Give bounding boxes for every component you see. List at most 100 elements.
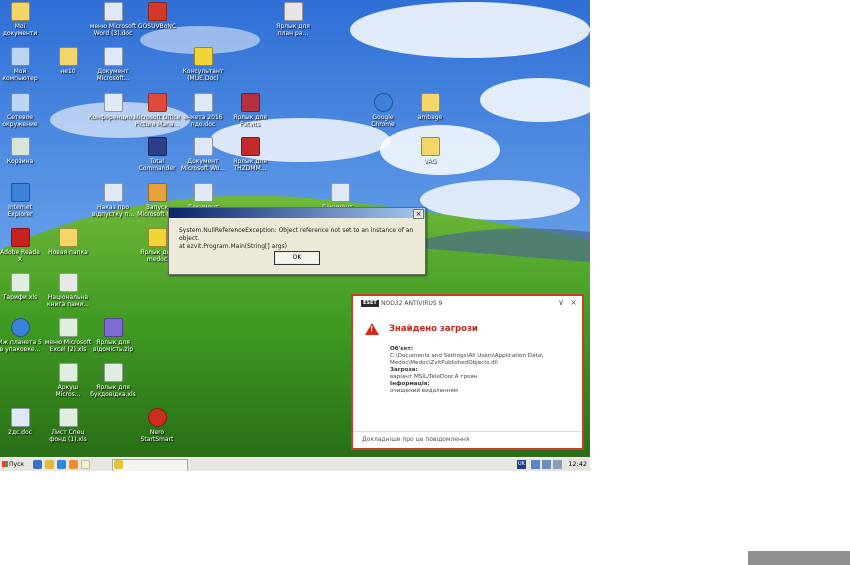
excel-icon xyxy=(10,273,30,292)
desktop-icon-label: Ярлык для план ра... xyxy=(276,23,310,37)
threat-label: Загроза: xyxy=(390,367,418,373)
desktop-screen: Мої документи меню Microsoft Word (3).doc… xyxy=(0,0,590,471)
word-doc-icon xyxy=(10,408,30,427)
computer-icon xyxy=(10,47,30,66)
desktop-icon[interactable]: Ярлык для план ра... xyxy=(260,2,326,37)
desktop-icon-label: Корзина xyxy=(6,158,34,165)
browser-icon[interactable] xyxy=(57,460,66,469)
medoc-icon xyxy=(147,228,167,247)
volume-tray-icon[interactable] xyxy=(542,460,551,469)
desktop-icon[interactable]: Документ Microsoft... xyxy=(80,47,146,82)
error-message: System.NullReferenceException: Object re… xyxy=(179,227,414,250)
picture-manager-icon xyxy=(147,93,167,112)
desktop-icon-label: Ярлык для бухдовідка.xls xyxy=(90,384,136,398)
desktop-icon-label: Сетевое окружение xyxy=(2,114,38,128)
word-doc-icon xyxy=(330,183,350,202)
nero-icon xyxy=(147,408,167,427)
desktop-icon[interactable]: VAG xyxy=(397,137,463,165)
shortcut-icon xyxy=(283,2,303,21)
desktop-icon-label: Консультант (MUE.Doc) xyxy=(182,68,224,82)
desktop-icon-label: Ярлык для відомість.zip xyxy=(92,339,134,353)
desktop-icon[interactable]: GOSUVBoNC xyxy=(124,2,190,30)
eset-product-name: NOD32 ANTIVIRUS 9 xyxy=(381,300,443,307)
ok-button[interactable]: OK xyxy=(274,251,320,265)
excel-icon xyxy=(58,363,78,382)
desktop-icon[interactable]: Консультант (MUE.Doc) xyxy=(170,47,236,82)
folder-icon xyxy=(420,93,440,112)
notes-icon[interactable] xyxy=(81,460,90,469)
folder-icon xyxy=(58,228,78,247)
recycle-bin-icon xyxy=(10,137,30,156)
taskbar-window-button[interactable] xyxy=(112,459,188,471)
total-commander-icon xyxy=(147,137,167,156)
eset-header: ESET NOD32 ANTIVIRUS 9 ∨ × xyxy=(353,296,582,310)
desktop-icon-label: Документ Microsoft... xyxy=(96,68,130,82)
desktop-icon[interactable]: Сетевое окружение xyxy=(0,93,53,128)
desktop-icon[interactable]: Новая папка xyxy=(35,228,101,256)
excel-icon xyxy=(58,318,78,337)
word-doc-icon xyxy=(193,183,213,202)
consultant-icon xyxy=(193,47,213,66)
tray-app-icon[interactable] xyxy=(553,460,562,469)
adobe-reader-icon xyxy=(10,228,30,247)
chevron-down-icon[interactable]: ∨ xyxy=(558,298,564,307)
grey-block xyxy=(748,551,850,565)
start-button[interactable]: Пуск xyxy=(1,459,30,470)
warning-icon-glyph: ! xyxy=(370,325,374,333)
explorer-icon[interactable] xyxy=(45,460,54,469)
task-app-icon[interactable] xyxy=(114,460,123,469)
close-icon[interactable]: × xyxy=(570,298,577,307)
object-path: C:\Documents and Settings\All Users\Appl… xyxy=(390,353,544,366)
desktop-icon-label: Internet Explorer xyxy=(7,204,33,218)
desktop-icon[interactable]: Мої документи xyxy=(0,2,53,37)
chrome-icon xyxy=(10,318,30,337)
eset-logo: ESET xyxy=(361,300,379,307)
eset-details-link[interactable]: Докладніше про це повідомлення xyxy=(353,431,582,448)
shortcut-icon xyxy=(240,93,260,112)
desktop-icon[interactable]: ambage xyxy=(397,93,463,121)
desktop-icon-label: GOSUVBoNC xyxy=(137,23,177,30)
threat-value: варіант MSIL/TeleDoor.A троян xyxy=(390,374,478,380)
info-label: Інформація: xyxy=(390,381,430,387)
media-icon[interactable] xyxy=(69,460,78,469)
office-icon xyxy=(147,183,167,202)
desktop-icon-label: Ярлык для Patvits xyxy=(233,114,267,128)
desktop-icon[interactable]: Національна книга пами... xyxy=(35,273,101,308)
desktop-icon[interactable]: Ярлык для бухдовідка.xls xyxy=(80,363,146,398)
eset-threat-notification: ESET NOD32 ANTIVIRUS 9 ∨ × ! Знайдено за… xyxy=(351,294,584,450)
excel-icon xyxy=(58,408,78,427)
eset-details: Об'єкт: C:\Documents and Settings\All Us… xyxy=(390,346,575,395)
excel-icon xyxy=(103,363,123,382)
windows-logo-icon xyxy=(2,461,8,467)
folder-icon xyxy=(10,2,30,21)
desktop-icon-label: Мої документи xyxy=(2,23,38,37)
chrome-icon xyxy=(373,93,393,112)
pdf-icon xyxy=(58,273,78,292)
desktop-icon[interactable]: Лист Спец фонд (1).xls xyxy=(35,408,101,443)
desktop-icon[interactable]: Корзина xyxy=(0,137,53,165)
network-icon xyxy=(10,93,30,112)
archive-icon xyxy=(103,318,123,337)
close-button[interactable]: × xyxy=(413,209,424,219)
desktop-icon[interactable]: Ярлык для THZDMM... xyxy=(217,137,283,172)
clock[interactable]: 12:42 xyxy=(568,459,587,470)
desktop-icon[interactable]: Ярлык для відомість.zip xyxy=(80,318,146,353)
object-label: Об'єкт: xyxy=(390,346,413,352)
desktop-icon[interactable]: Ярлык для Patvits xyxy=(217,93,283,128)
internet-explorer-icon xyxy=(10,183,30,202)
shortcut-icon xyxy=(240,137,260,156)
desktop-icon-label: Nero StartSmart xyxy=(140,429,174,443)
app-icon xyxy=(147,2,167,21)
show-desktop-icon[interactable] xyxy=(33,460,42,469)
desktop-icon[interactable]: Nero StartSmart xyxy=(124,408,190,443)
desktop-icon[interactable]: Internet Explorer xyxy=(0,183,53,218)
info-value: очищений видаленням xyxy=(390,388,458,394)
language-indicator[interactable]: UK xyxy=(517,460,526,469)
word-doc-icon xyxy=(103,2,123,21)
desktop-icon-label: ambage xyxy=(417,114,443,121)
folder-icon xyxy=(420,137,440,156)
network-tray-icon[interactable] xyxy=(531,460,540,469)
desktop-icon-label: VAG xyxy=(423,158,437,165)
word-doc-icon xyxy=(193,137,213,156)
error-dialog-titlebar[interactable]: × xyxy=(169,208,425,219)
